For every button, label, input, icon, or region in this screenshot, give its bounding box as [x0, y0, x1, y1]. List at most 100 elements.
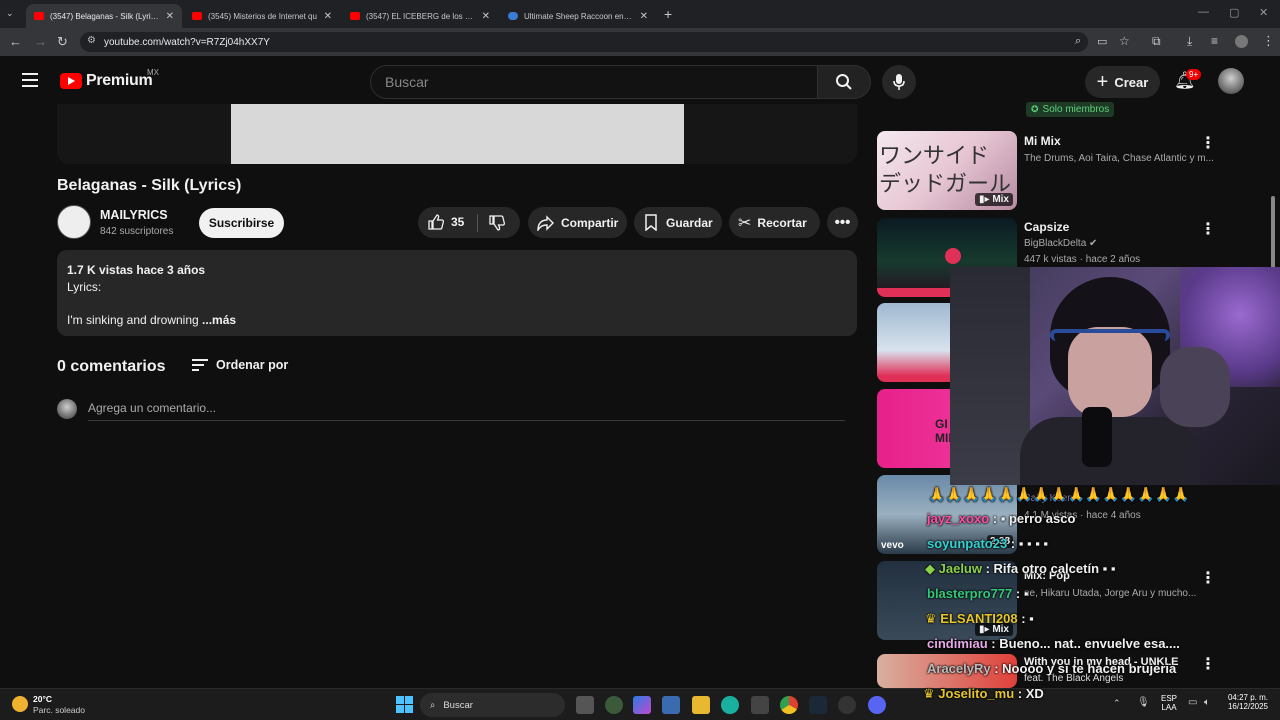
- tab-steam[interactable]: Ultimate Sheep Raccoon en Ste ✕: [500, 4, 656, 28]
- subscribe-button[interactable]: Suscribirse: [199, 208, 284, 238]
- copilot-icon[interactable]: [633, 696, 651, 714]
- tray-mic-icon[interactable]: 🎙︎: [1137, 697, 1150, 708]
- chrome-icon[interactable]: [780, 696, 798, 714]
- tab-search-icon[interactable]: ⌄: [6, 8, 14, 19]
- show-more-link[interactable]: ...más: [202, 313, 236, 327]
- webcam-headset: [1050, 329, 1170, 341]
- create-button[interactable]: + Crear: [1085, 66, 1160, 98]
- task-view-icon[interactable]: [576, 696, 594, 714]
- chat-message: ♛ ELSANTI208 : ▪: [925, 611, 1034, 626]
- xbox-icon[interactable]: [605, 696, 623, 714]
- sidebar-item-title[interactable]: Mi Mix: [1024, 134, 1061, 148]
- dislike-button[interactable]: [488, 214, 506, 235]
- tab-misterios[interactable]: (3545) Misterios de Internet qu ✕: [184, 4, 340, 28]
- network-icon[interactable]: ▭: [1188, 697, 1197, 708]
- profile-avatar-icon[interactable]: [1235, 35, 1248, 48]
- obs-icon[interactable]: [838, 696, 856, 714]
- tray-chevron-icon[interactable]: ⌃: [1113, 698, 1121, 709]
- voice-search-button[interactable]: [882, 65, 916, 99]
- like-divider: [477, 214, 478, 232]
- video-player[interactable]: [57, 104, 857, 164]
- browser-tab-strip: ⌄ (3547) Belaganas - Silk (Lyrics) ✕ (35…: [0, 0, 1280, 28]
- channel-avatar[interactable]: [57, 205, 91, 239]
- channel-label: BigBlackDelta: [1024, 238, 1087, 249]
- subscriber-count: 842 suscriptores: [100, 226, 174, 237]
- chat-emote: ▪: [1023, 586, 1029, 601]
- search-button[interactable]: [817, 65, 871, 99]
- edge-icon[interactable]: [721, 696, 739, 714]
- discord-icon[interactable]: [868, 696, 886, 714]
- share-button[interactable]: Compartir: [528, 207, 627, 238]
- maximize-icon[interactable]: ▢: [1229, 6, 1239, 19]
- bookmark-star-icon[interactable]: ☆: [1119, 34, 1130, 48]
- forward-icon[interactable]: →: [34, 34, 47, 49]
- item-menu-icon[interactable]: ⋮: [1200, 219, 1216, 239]
- clock[interactable]: 04:27 p. m. 16/12/2025: [1224, 693, 1268, 711]
- tab-belaganas[interactable]: (3547) Belaganas - Silk (Lyrics) ✕: [26, 4, 182, 28]
- clip-button[interactable]: ✂ Recortar: [729, 207, 820, 238]
- chat-message: blasterpro777 : ▪: [927, 586, 1029, 601]
- description-box[interactable]: 1.7 K vistas hace 3 años Lyrics: I'm sin…: [57, 250, 857, 336]
- tab-close-icon[interactable]: ✕: [324, 11, 332, 22]
- file-explorer-icon[interactable]: [692, 696, 710, 714]
- more-actions-button[interactable]: •••: [827, 207, 858, 238]
- close-window-icon[interactable]: ✕: [1259, 6, 1268, 19]
- site-info-icon[interactable]: ⚙: [87, 35, 96, 46]
- scrollbar-thumb[interactable]: [1271, 196, 1275, 268]
- new-tab-icon[interactable]: +: [664, 6, 672, 22]
- channel-name[interactable]: MAILYRICS: [100, 208, 168, 222]
- item-menu-icon[interactable]: ⋮: [1200, 568, 1216, 588]
- tab-iceberg[interactable]: (3547) EL ICEBERG de los MISTI ✕: [342, 4, 498, 28]
- sidebar-item-sub: The Drums, Aoi Taira, Chase Atlantic y m…: [1024, 153, 1214, 164]
- windows-start-icon[interactable]: [396, 696, 413, 713]
- weather-temp[interactable]: 20°C: [33, 694, 52, 704]
- chat-emote: ▪ ▪ ▪ ▪: [1018, 536, 1049, 551]
- layout-code: LAA: [1161, 703, 1177, 712]
- zoom-icon[interactable]: ⌕: [1075, 35, 1081, 48]
- user-avatar: [57, 399, 77, 419]
- taskbar-search[interactable]: ⌕ Buscar: [420, 693, 565, 717]
- thumb-dot: [945, 248, 961, 264]
- comment-input[interactable]: Agrega un comentario...: [88, 401, 845, 421]
- youtube-favicon-icon: [350, 12, 360, 20]
- extensions-icon[interactable]: ⧉: [1152, 34, 1161, 49]
- tab-close-icon[interactable]: ✕: [482, 11, 490, 22]
- tab-close-icon[interactable]: ✕: [640, 11, 648, 22]
- cast-icon[interactable]: ▭: [1097, 35, 1107, 48]
- sidebar-thumb-mix[interactable]: ワンサイド デッドガール ▮▸ Mix: [877, 131, 1017, 210]
- webcam-bg-left: [950, 267, 1030, 485]
- save-button[interactable]: Guardar: [634, 207, 722, 238]
- chat-username: AracelyRy: [927, 661, 991, 676]
- like-button[interactable]: [427, 213, 445, 235]
- download-icon[interactable]: ⤓: [1187, 34, 1192, 49]
- more-horizontal-icon: •••: [834, 214, 851, 231]
- store-icon[interactable]: [662, 696, 680, 714]
- search-input[interactable]: Buscar: [370, 65, 818, 99]
- minimize-icon[interactable]: —: [1198, 6, 1209, 18]
- account-avatar[interactable]: [1218, 68, 1244, 94]
- tab-close-icon[interactable]: ✕: [166, 11, 174, 22]
- browser-menu-icon[interactable]: ⋮: [1262, 33, 1275, 49]
- reload-icon[interactable]: ↻: [57, 34, 68, 50]
- lang-code: ESP: [1161, 694, 1178, 703]
- sidebar-item-title[interactable]: Capsize: [1024, 220, 1069, 234]
- back-icon[interactable]: ←: [9, 34, 22, 49]
- steam-icon[interactable]: [809, 696, 827, 714]
- volume-icon[interactable]: 🔈︎: [1204, 697, 1210, 708]
- reading-list-icon[interactable]: ≡: [1211, 34, 1218, 48]
- bookmark-icon: [645, 214, 657, 231]
- url-field[interactable]: ⚙ youtube.com/watch?v=R7Zj04hXX7Y: [80, 32, 1088, 52]
- chat-text: XD: [1025, 686, 1044, 701]
- language-indicator[interactable]: ESP LAA: [1161, 694, 1177, 712]
- sort-comments-button[interactable]: Ordenar por: [192, 358, 288, 372]
- members-badge-label: Solo miembros: [1042, 104, 1110, 115]
- youtube-logo-icon[interactable]: [60, 73, 82, 89]
- weather-sun-icon[interactable]: [12, 696, 28, 712]
- item-menu-icon[interactable]: ⋮: [1200, 133, 1216, 153]
- hamburger-menu-icon[interactable]: [22, 73, 38, 87]
- share-icon: [537, 214, 554, 231]
- item-menu-icon[interactable]: ⋮: [1200, 654, 1216, 674]
- capture-icon[interactable]: [751, 696, 769, 714]
- chat-username: Joselito_mu: [938, 686, 1015, 701]
- premium-logo-text[interactable]: Premium: [86, 72, 153, 90]
